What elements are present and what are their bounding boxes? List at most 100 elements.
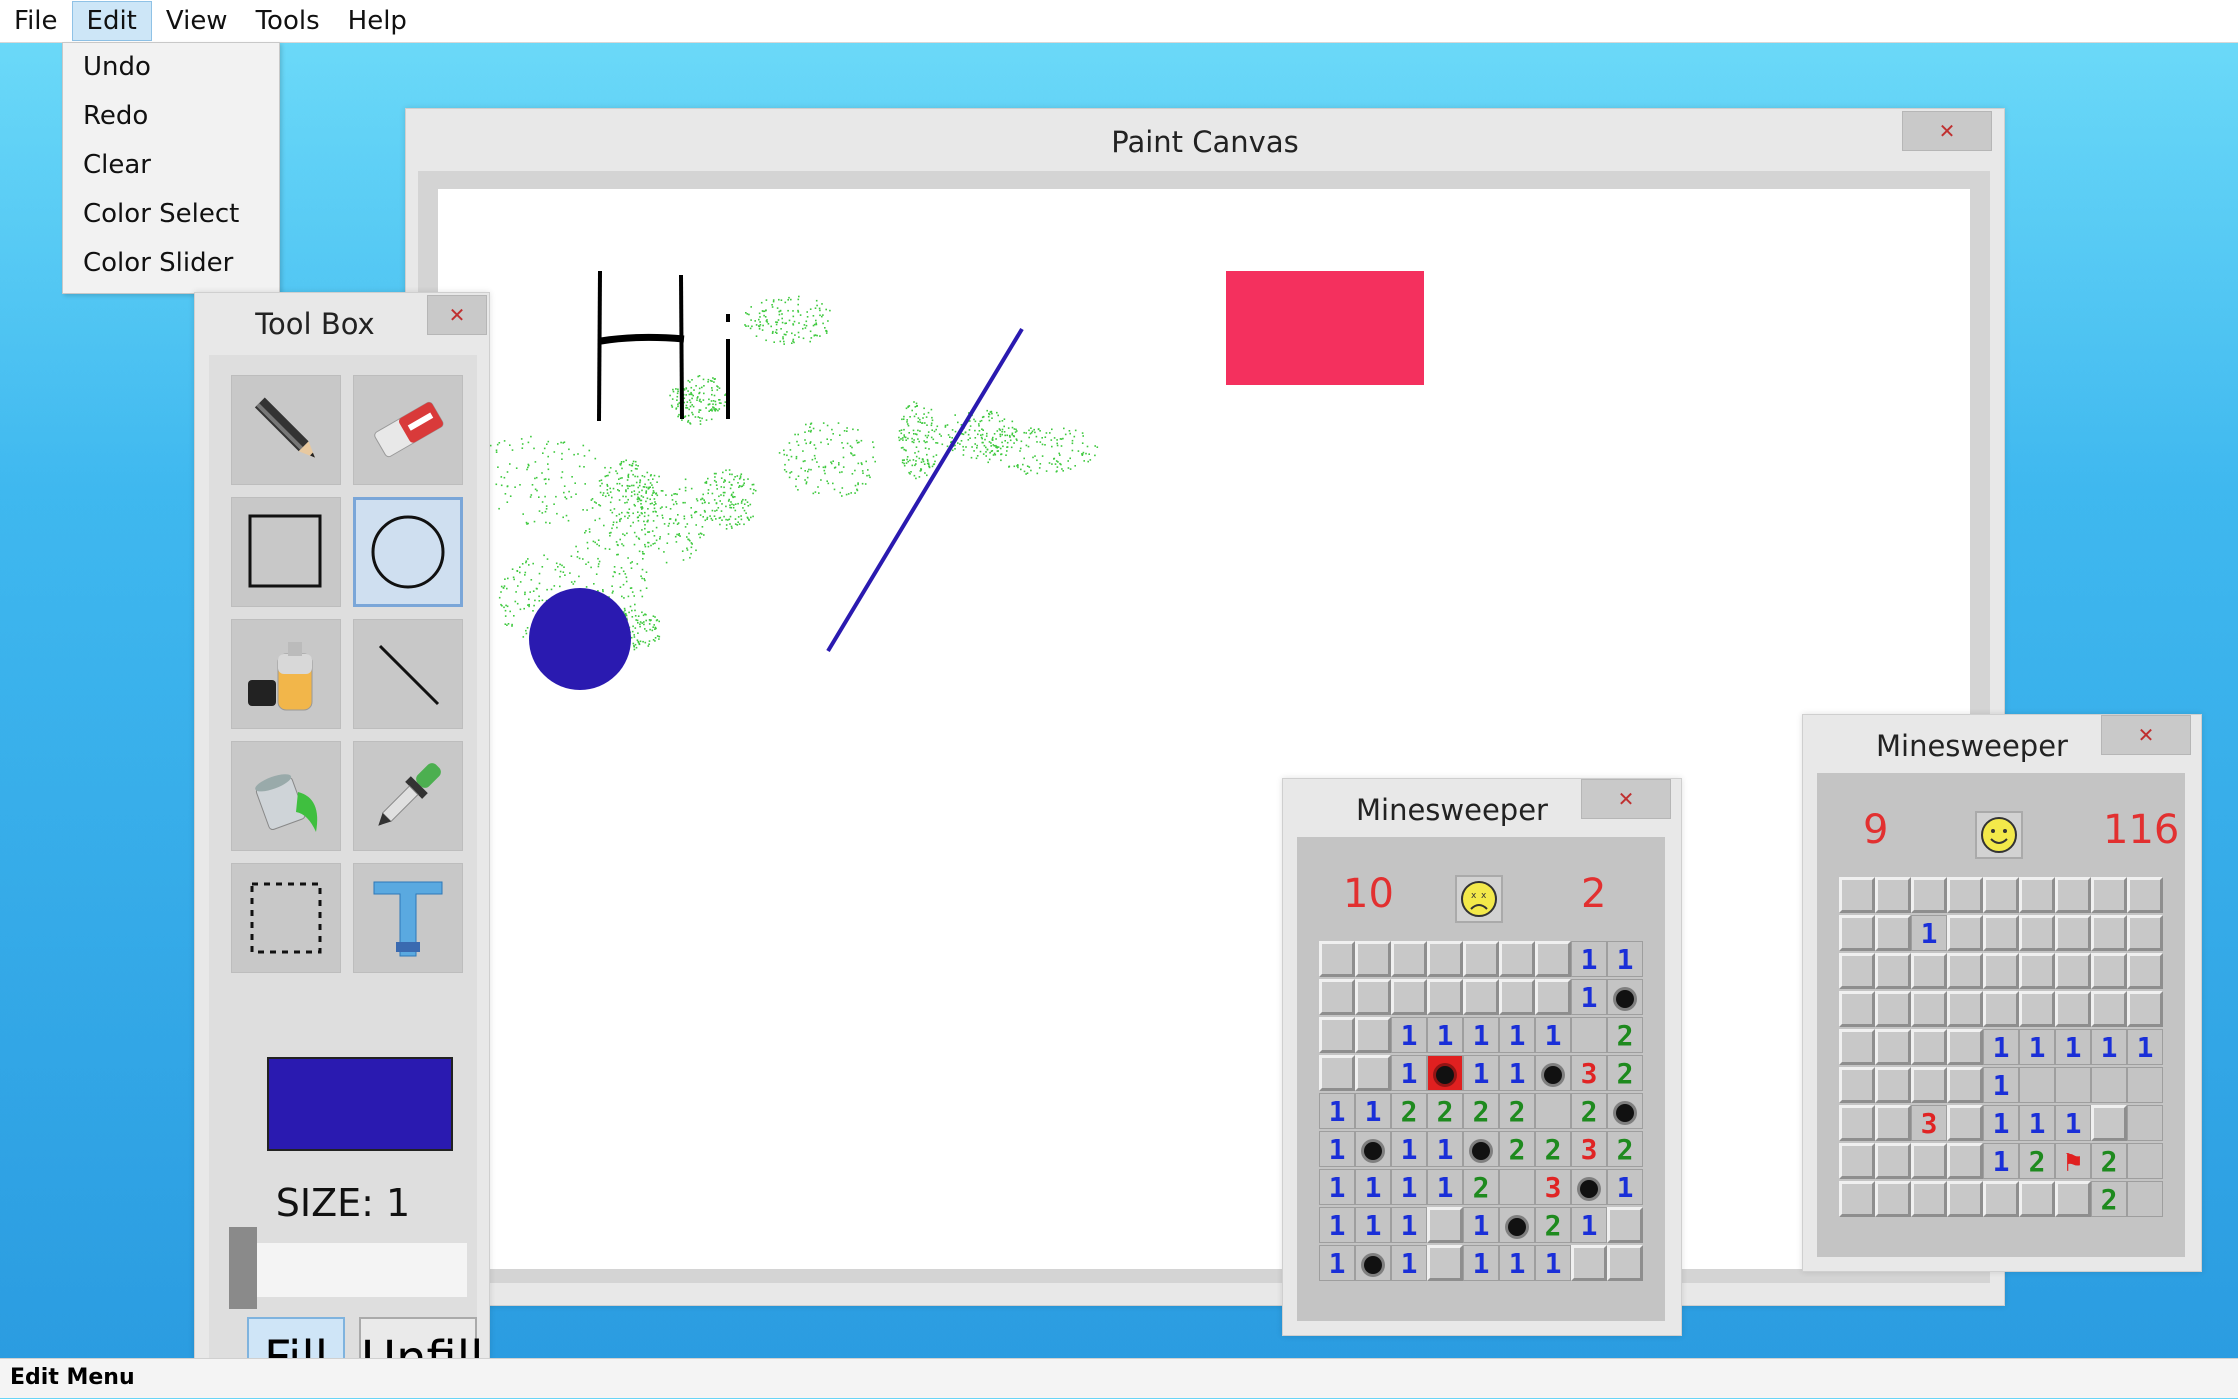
mine-cell[interactable]: 2 [1535,1131,1571,1167]
mine-cell-hidden[interactable] [1983,953,2019,989]
mine-cell[interactable]: 1 [1319,1169,1355,1205]
mine-cell[interactable]: 1 [2019,1105,2055,1141]
mine-cell[interactable]: 2 [1391,1093,1427,1129]
mine-cell-hidden[interactable] [2019,953,2055,989]
mine-cell[interactable]: 1 [1355,1093,1391,1129]
mine-cell[interactable]: 1 [1427,1131,1463,1167]
mine-cell[interactable]: 1 [1355,1207,1391,1243]
mine-cell[interactable]: 1 [2055,1029,2091,1065]
mine-cell[interactable]: 3 [1571,1055,1607,1091]
mine-cell[interactable]: 1 [1391,1131,1427,1167]
menu-edit[interactable]: Edit [71,1,152,41]
mine-cell[interactable] [2127,1181,2163,1217]
mine-cell-hidden[interactable] [1463,979,1499,1015]
mine-cell[interactable]: 1 [2127,1029,2163,1065]
mine-cell-hidden[interactable] [1911,953,1947,989]
mine-cell[interactable] [1499,1207,1535,1243]
mine-cell-hidden[interactable] [1911,1029,1947,1065]
mine-cell[interactable]: 1 [1319,1131,1355,1167]
menu-view[interactable]: View [152,2,242,40]
mine-cell[interactable]: 2 [1535,1207,1571,1243]
mine-cell-hidden[interactable] [1499,979,1535,1015]
mine-cell-hidden[interactable] [1911,877,1947,913]
mine-cell[interactable] [1571,1169,1607,1205]
mine-cell-hidden[interactable] [1319,941,1355,977]
mine-cell[interactable]: 2 [2091,1181,2127,1217]
mine-cell-hidden[interactable] [1607,1207,1643,1243]
mine-cell-hidden[interactable] [1875,915,1911,951]
toolbox-close-button[interactable]: ✕ [427,295,487,335]
mine-cell[interactable]: 3 [1571,1131,1607,1167]
mine-cell[interactable]: 2 [1607,1131,1643,1167]
mine-cell[interactable]: 2 [2019,1143,2055,1179]
mine-cell[interactable]: 2 [2091,1143,2127,1179]
mine-cell-hidden[interactable] [1355,941,1391,977]
mine-cell-hidden[interactable] [1355,1017,1391,1053]
menu-item-undo[interactable]: Undo [63,43,279,92]
mine-cell[interactable]: 1 [1571,1207,1607,1243]
menu-item-color-slider[interactable]: Color Slider [63,239,279,288]
mine-cell-hidden[interactable] [1571,1245,1607,1281]
mine-cell-hidden[interactable] [2091,1105,2127,1141]
mine-cell-hidden[interactable] [1319,1055,1355,1091]
mine-cell[interactable]: 1 [1607,941,1643,977]
mine-cell-hidden[interactable] [1839,953,1875,989]
mine-cell[interactable]: 1 [1319,1245,1355,1281]
mine-cell-hidden[interactable] [2091,877,2127,913]
mine-cell[interactable] [1355,1245,1391,1281]
mine-cell-hidden[interactable] [1875,1067,1911,1103]
tool-spray[interactable] [231,619,341,729]
mine-cell[interactable]: 2 [1499,1131,1535,1167]
mine-cell-hidden[interactable] [1607,1245,1643,1281]
mine-cell-hidden[interactable] [1911,1067,1947,1103]
paint-close-button[interactable]: ✕ [1902,111,1992,151]
mine-cell[interactable] [1427,1055,1463,1091]
mine-cell[interactable]: 1 [1571,941,1607,977]
mine-cell-hidden[interactable] [1391,941,1427,977]
mine-cell[interactable] [2055,1067,2091,1103]
mine-cell-hidden[interactable] [1983,877,2019,913]
mine-cell-hidden[interactable] [1839,915,1875,951]
size-slider-track[interactable] [229,1243,467,1297]
mine-cell-hidden[interactable] [1839,1181,1875,1217]
mine-cell[interactable]: 1 [1571,979,1607,1015]
mine-cell[interactable]: 2 [1463,1169,1499,1205]
mine-cell[interactable]: 2 [1499,1093,1535,1129]
mine-cell[interactable] [2127,1067,2163,1103]
menu-item-color-select[interactable]: Color Select [63,190,279,239]
mine-cell-hidden[interactable] [1875,1105,1911,1141]
mine-cell[interactable]: 2 [1607,1055,1643,1091]
tool-select[interactable] [231,863,341,973]
mine-cell[interactable]: 1 [1983,1067,2019,1103]
mine-cell[interactable]: 1 [1391,1245,1427,1281]
mine-cell-hidden[interactable] [1947,1143,1983,1179]
current-color-swatch[interactable] [267,1057,453,1151]
mine-cell-hidden[interactable] [1499,941,1535,977]
mine-cell-hidden[interactable] [1427,1245,1463,1281]
mine-cell-hidden[interactable] [1983,991,2019,1027]
mine-cell[interactable]: 3 [1911,1105,1947,1141]
mine-cell[interactable]: 2 [1571,1093,1607,1129]
mine-cell[interactable]: 3 [1535,1169,1571,1205]
menu-tools[interactable]: Tools [242,2,334,40]
tool-rectangle[interactable] [231,497,341,607]
mine-cell-hidden[interactable] [1839,1029,1875,1065]
mine-cell[interactable]: 2 [1427,1093,1463,1129]
mine-cell-hidden[interactable] [1427,1207,1463,1243]
mine-cell[interactable]: 1 [1535,1017,1571,1053]
mine-cell-hidden[interactable] [2055,915,2091,951]
mine-cell-hidden[interactable] [1947,1181,1983,1217]
mine-cell-hidden[interactable] [1947,953,1983,989]
mine-cell-hidden[interactable] [1947,991,1983,1027]
mine-cell[interactable]: 1 [1463,1245,1499,1281]
mine-cell[interactable] [1499,1169,1535,1205]
mine-cell-hidden[interactable] [1875,991,1911,1027]
mine-cell-hidden[interactable] [1911,1181,1947,1217]
mine-cell[interactable]: 1 [1983,1029,2019,1065]
mine-cell-hidden[interactable] [1839,1105,1875,1141]
mine-cell[interactable]: 1 [1463,1017,1499,1053]
mine-cell[interactable] [1607,1093,1643,1129]
mine-cell[interactable]: 1 [1427,1169,1463,1205]
mine-cell[interactable] [2091,1067,2127,1103]
mine-cell-hidden[interactable] [1839,991,1875,1027]
